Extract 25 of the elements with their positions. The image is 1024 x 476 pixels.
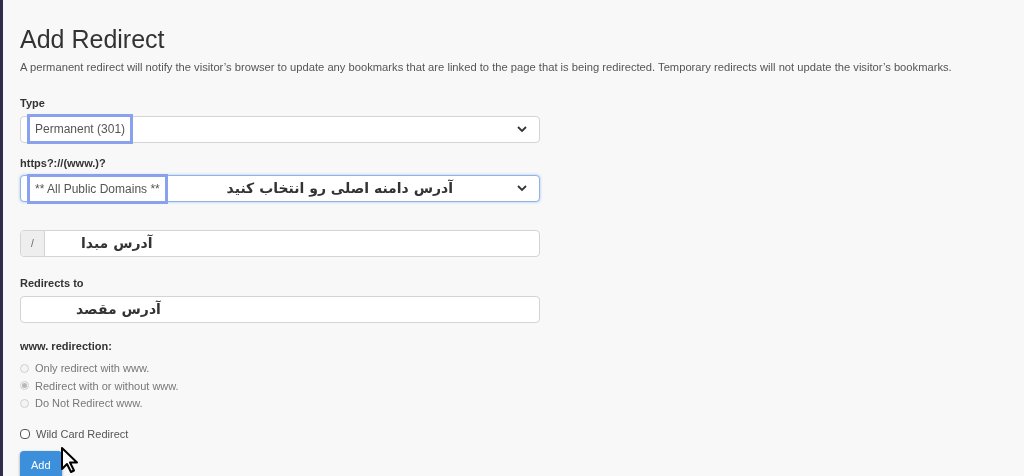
description-text: A permanent redirect will notify the visitor’s browser to update any bookmarks that are linked to the page that is being redirected. Temporary redirects will not update the visitor’s bookmarks. — [20, 60, 953, 76]
radio-button[interactable] — [20, 398, 29, 408]
annotation-text: آدرس دامنه اصلی رو انتخاب کنید — [226, 178, 453, 199]
annotation-text: آدرس مقصد — [76, 299, 161, 319]
annotation-text: آدرس مبدا — [81, 233, 153, 254]
field-label: https?://(www.)? — [20, 155, 107, 171]
caret-icon — [517, 185, 527, 193]
field-label: www. redirection: — [20, 338, 113, 354]
caret-icon — [517, 125, 527, 133]
radio-button[interactable] — [20, 363, 29, 373]
radio-label: Only redirect with www. — [35, 361, 150, 377]
path-prefix: / — [21, 231, 45, 257]
field-label: Redirects to — [20, 276, 85, 292]
path-field[interactable]: / آدرس مبدا — [20, 230, 540, 258]
target-field[interactable]: آدرس مقصد — [20, 295, 540, 323]
select-field[interactable]: Permanent (301) — [20, 115, 540, 143]
field-label: Type — [20, 96, 46, 112]
select-value: Permanent (301) — [35, 122, 126, 137]
checkbox[interactable] — [20, 428, 30, 439]
radio-button[interactable] — [20, 381, 29, 391]
radio-label: Redirect with or without www. — [35, 378, 179, 394]
radio-label: Do Not Redirect www. — [35, 396, 143, 412]
select-value: ** All Public Domains ** — [35, 181, 160, 196]
checkbox-label: Wild Card Redirect — [36, 426, 129, 442]
page-title: Add Redirect — [20, 24, 166, 55]
